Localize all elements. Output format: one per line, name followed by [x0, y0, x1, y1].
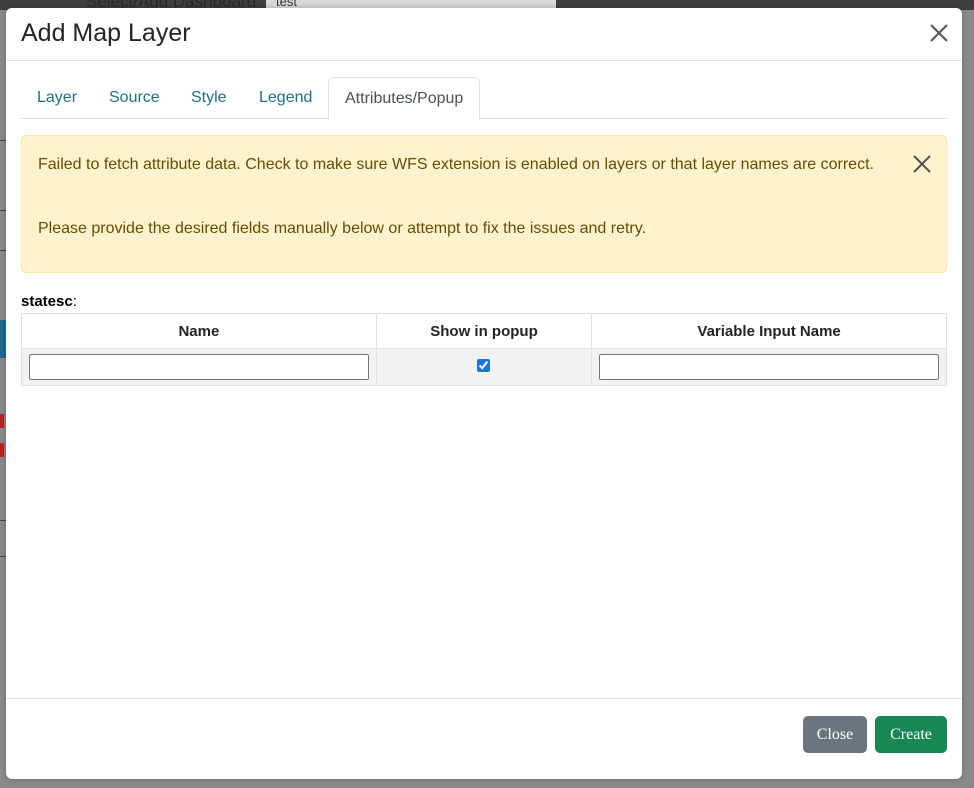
layer-name-label: statesc: [21, 293, 77, 310]
create-button[interactable]: Create [875, 716, 947, 753]
background-error-mark [0, 414, 4, 428]
modal-footer: Close Create [6, 698, 962, 779]
tab-bar: Layer Source Style Legend Attributes/Pop… [21, 77, 947, 120]
column-header-name: Name [21, 313, 377, 349]
attributes-table: Name Show in popup Variable Input Name [21, 313, 947, 386]
add-map-layer-modal: Add Map Layer Layer Source Style Legend … [6, 8, 962, 779]
variable-input-name-input[interactable] [599, 354, 940, 380]
name-cell [21, 348, 377, 386]
modal-header: Add Map Layer [6, 8, 962, 61]
tab-layer[interactable]: Layer [21, 77, 93, 117]
layer-name: statesc [21, 293, 73, 310]
table-header-row: Name Show in popup Variable Input Name [21, 313, 947, 349]
alert-help-message: Please provide the desired fields manual… [38, 220, 647, 237]
tab-legend[interactable]: Legend [243, 77, 328, 117]
close-icon[interactable] [928, 22, 950, 44]
modal-title: Add Map Layer [21, 19, 191, 47]
alert-message: Failed to fetch attribute data. Check to… [38, 156, 874, 173]
tab-source[interactable]: Source [93, 77, 176, 117]
tab-style[interactable]: Style [175, 77, 243, 117]
name-input[interactable] [28, 354, 369, 380]
table-row [21, 348, 947, 386]
column-header-show-in-popup: Show in popup [375, 313, 593, 349]
show-in-popup-checkbox[interactable] [477, 358, 491, 372]
warning-alert: Failed to fetch attribute data. Check to… [21, 135, 947, 273]
close-button[interactable]: Close [803, 716, 867, 753]
alert-close-icon[interactable] [912, 154, 932, 174]
tab-attributes-popup[interactable]: Attributes/Popup [328, 77, 481, 120]
column-header-variable-input-name: Variable Input Name [591, 313, 947, 349]
show-in-popup-cell [375, 348, 593, 386]
background-error-mark [0, 443, 4, 457]
variable-input-name-cell [591, 348, 947, 386]
layer-name-suffix: : [72, 293, 77, 310]
